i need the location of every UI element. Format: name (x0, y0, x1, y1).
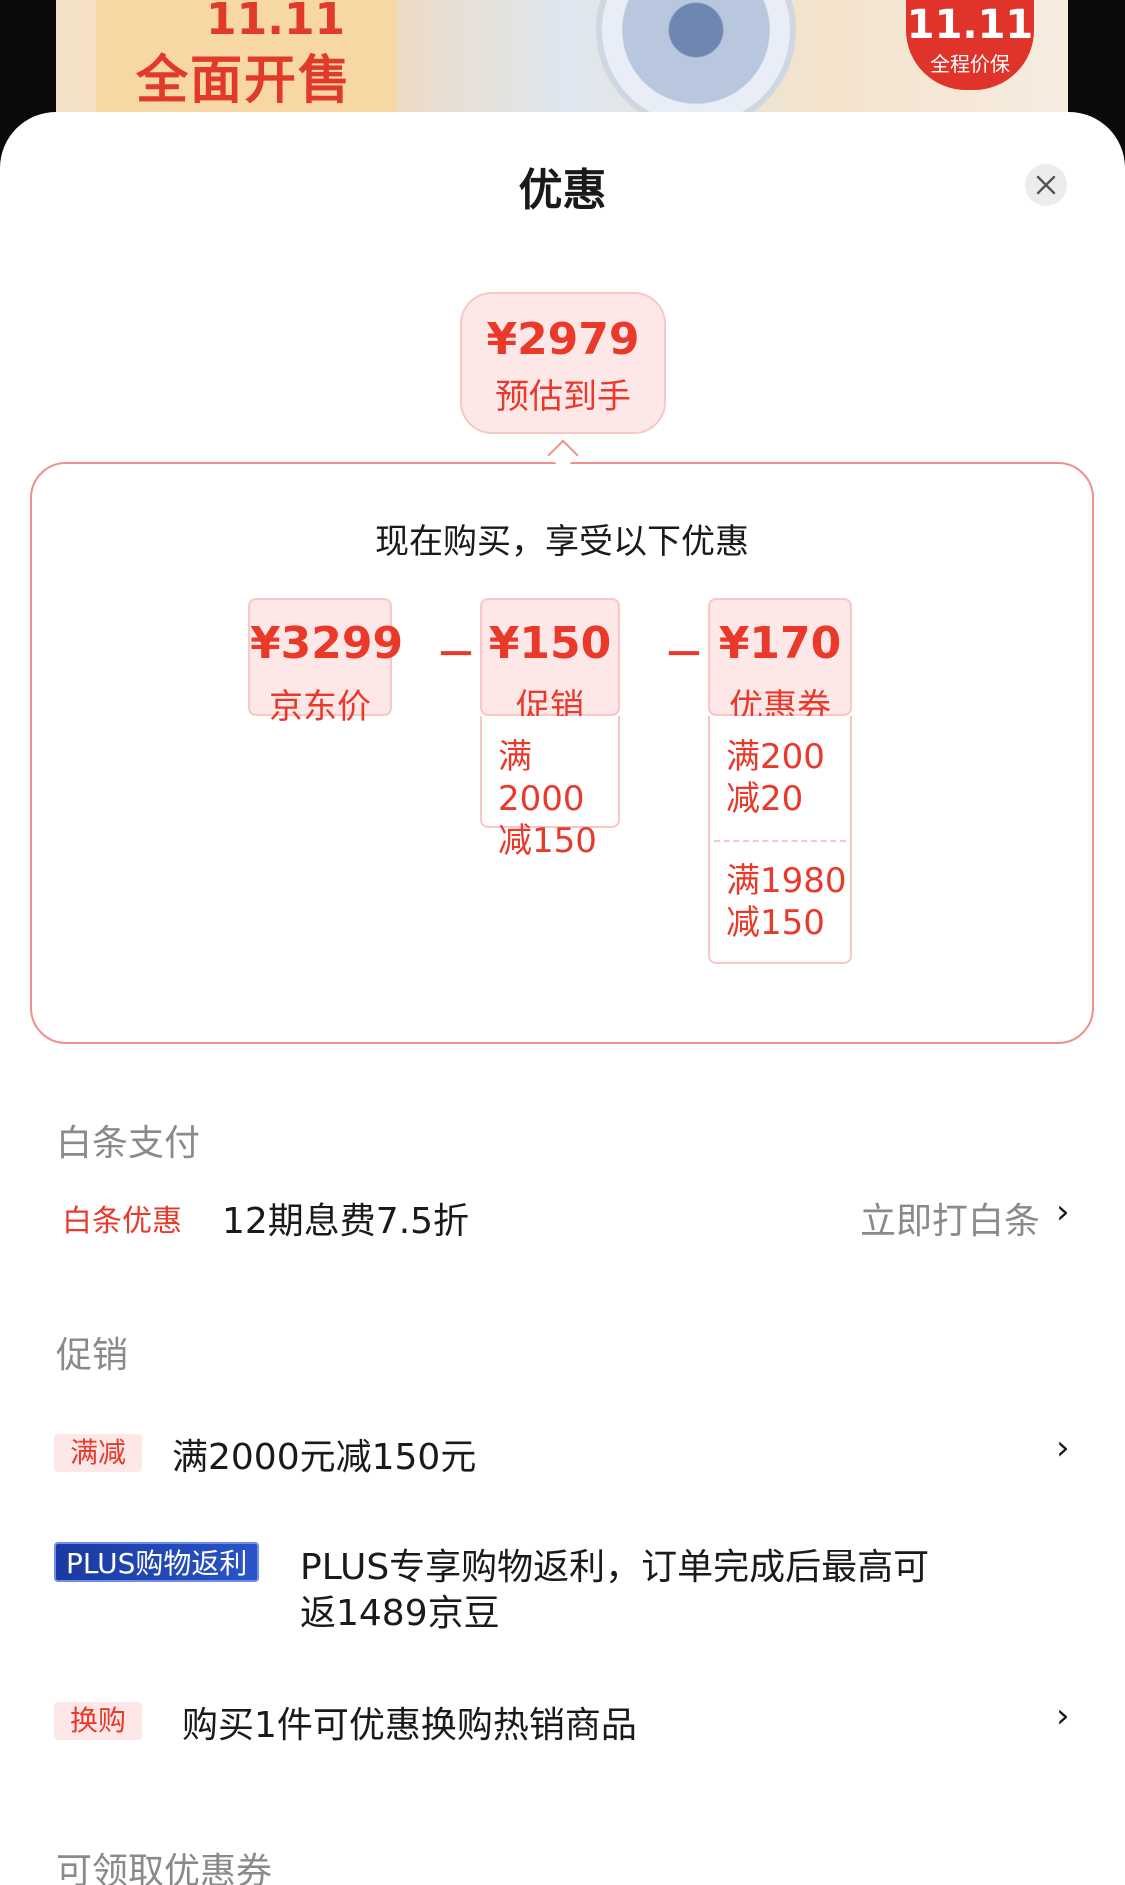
breakdown-title: 现在购买，享受以下优惠 (375, 522, 749, 562)
coupons-heading: 可领取优惠券 (56, 1851, 273, 1885)
promotion-card: ¥150 促销 (480, 598, 620, 727)
estimated-price: ¥2979 (486, 314, 640, 365)
gpu-fan-image (596, 0, 796, 130)
sheet-title: 优惠 (518, 165, 607, 216)
jd-price-amount: ¥3299 (250, 618, 404, 669)
coupon-rule: 满1980 减150 (710, 842, 850, 944)
discount-sheet: 优惠 ¥2979 预估到手 现在购买，享受以下优惠 ¥3299 京东价 － ¥1… (0, 112, 1125, 1885)
jd-price-label: 京东价 (269, 687, 371, 727)
baitiao-offer-text: 12期息费7.5折 (222, 1201, 470, 1242)
banner-text: 全面开售 (136, 51, 353, 111)
chevron-right-icon[interactable]: › (1056, 1192, 1070, 1232)
chevron-right-icon[interactable]: › (1056, 1696, 1070, 1736)
breakdown-frame: 现在购买，享受以下优惠 ¥3299 京东价 － ¥150 促销 满2000 减1… (30, 462, 1094, 1044)
baitiao-tag: 白条优惠 (62, 1204, 182, 1239)
rule-threshold: 满2000 (498, 737, 585, 819)
exchange-row-text[interactable]: 购买1件可优惠换购热销商品 (182, 1696, 637, 1748)
estimated-price-label: 预估到手 (495, 377, 631, 417)
chevron-right-icon[interactable]: › (1056, 1428, 1070, 1468)
baitiao-heading: 白条支付 (56, 1123, 201, 1164)
price-protect-badge: 11.11 全程价保 (906, 0, 1034, 90)
rule-threshold: 满1980 (726, 861, 847, 901)
rule-discount: 减150 (498, 821, 597, 861)
promotion-rule: 满2000 减150 (482, 716, 618, 862)
promotion-rules: 满2000 减150 (480, 716, 620, 861)
promotion-amount: ¥150 (488, 618, 612, 669)
coupon-card: ¥170 优惠券 (708, 598, 852, 727)
coupon-rules: 满200 减20 满1980 减150 (708, 716, 852, 964)
plus-rebate-tag: PLUS购物返利 (54, 1542, 260, 1582)
estimated-price-bubble: ¥2979 预估到手 (460, 292, 666, 434)
rule-discount: 减150 (726, 903, 825, 943)
coupon-amount: ¥170 (718, 618, 842, 669)
jd-price-card: ¥3299 京东价 (248, 598, 404, 727)
exchange-tag: 换购 (54, 1702, 143, 1740)
plus-rebate-text-line2: 返1489京豆 (300, 1593, 500, 1634)
plus-rebate-text: PLUS专享购物返利，订单完成后最高可 (300, 1547, 930, 1588)
coupon-rule: 满200 减20 (710, 716, 850, 820)
badge-text: 全程价保 (930, 52, 1010, 76)
promotion-row-text[interactable]: 满2000元减150元 (172, 1428, 476, 1480)
close-button[interactable] (1025, 164, 1067, 206)
minus-sign: － (664, 632, 704, 678)
badge-mark: 11.11 (906, 2, 1034, 48)
rule-discount: 减20 (726, 779, 804, 819)
rule-threshold: 满200 (726, 737, 825, 777)
promotion-heading: 促销 (56, 1335, 129, 1376)
manjian-tag: 满减 (54, 1434, 143, 1472)
open-baitiao-link[interactable]: 立即打白条 (860, 1192, 1040, 1244)
minus-sign: － (436, 632, 476, 678)
close-icon (1036, 175, 1056, 195)
